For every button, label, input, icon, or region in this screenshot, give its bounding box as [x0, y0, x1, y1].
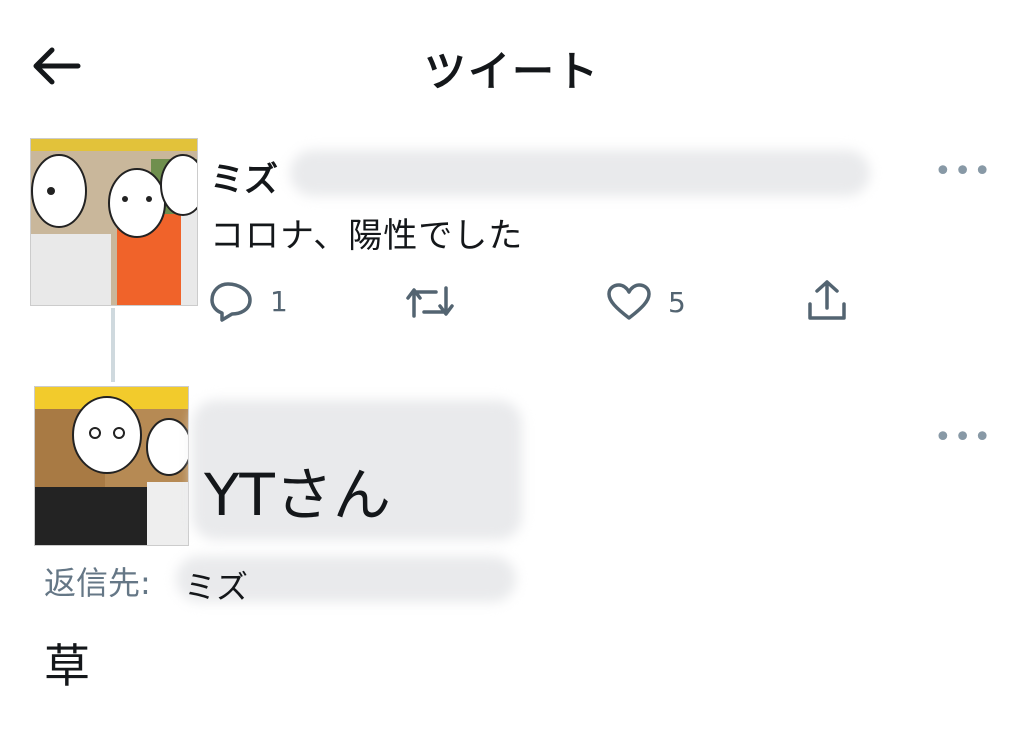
reply-author-name[interactable]: YTさん: [204, 448, 391, 532]
reply-to-label: 返信先:: [44, 564, 151, 602]
retweet-icon: [406, 286, 454, 318]
page-title: ツイート: [423, 47, 600, 96]
reply-icon: [210, 282, 252, 322]
like-count: 5: [668, 285, 686, 319]
thread-line: [111, 308, 115, 382]
avatar[interactable]: [34, 386, 189, 546]
like-icon: [607, 283, 651, 320]
share-icon: [808, 280, 846, 320]
tweet-text: コロナ、陽性でした: [210, 216, 524, 256]
avatar[interactable]: [30, 138, 198, 306]
like-button[interactable]: 5: [606, 282, 686, 322]
author-handle-blurred: [290, 150, 870, 196]
reply-text: 草: [44, 639, 90, 693]
header: ツイート: [0, 0, 1024, 130]
more-icon[interactable]: •••: [934, 154, 993, 189]
reply-button[interactable]: 1: [208, 280, 288, 322]
reply-count: 1: [270, 284, 288, 318]
author-name[interactable]: ミズ: [210, 152, 278, 201]
share-button[interactable]: [804, 278, 850, 324]
reply-to-link[interactable]: ミズ: [184, 562, 248, 608]
more-icon[interactable]: •••: [934, 420, 993, 455]
retweet-button[interactable]: [404, 282, 456, 322]
